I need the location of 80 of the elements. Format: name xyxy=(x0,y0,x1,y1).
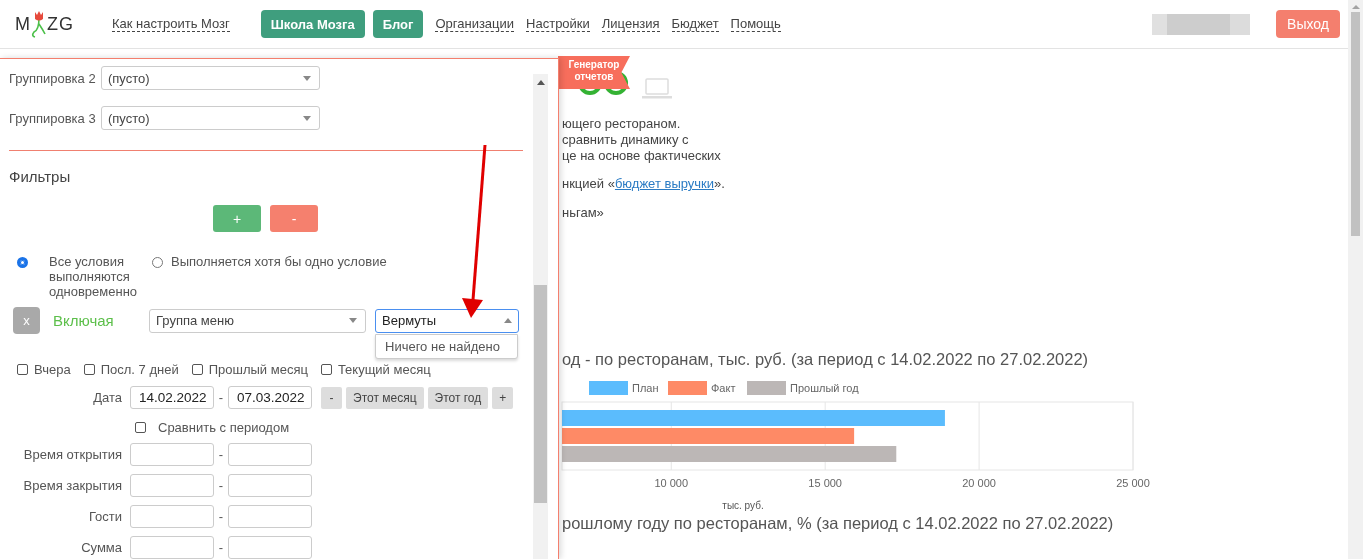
chart-title: рошлому году по ресторанам, % (за период с 14.02.2022 по 27.02.2022) xyxy=(562,513,1115,533)
period-button[interactable]: Этот год xyxy=(427,386,489,409)
checkbox[interactable] xyxy=(135,422,146,433)
logo-text[interactable]: M xyxy=(15,13,31,35)
checkbox[interactable] xyxy=(191,364,203,375)
checkbox-label: Посл. 7 дней xyxy=(100,362,179,377)
nav-link[interactable]: Бюджет xyxy=(671,16,719,32)
flower-logo-icon xyxy=(31,10,47,38)
caret-icon xyxy=(303,115,311,121)
axis-title: тыс. руб. xyxy=(722,500,764,511)
caret-icon xyxy=(504,318,512,323)
caret-icon xyxy=(303,75,311,81)
description-text: це на основе фактических xyxy=(562,148,722,164)
scrollbar[interactable] xyxy=(1348,0,1363,559)
section-title: Фильтры xyxy=(9,168,72,186)
scrollbar[interactable] xyxy=(533,74,548,559)
checkbox-label: Прошлый месяц xyxy=(208,362,308,377)
nav-link[interactable]: Настройки xyxy=(526,16,590,32)
grouping-select[interactable]: (пусто) xyxy=(101,106,320,130)
legend-label: План xyxy=(632,382,659,394)
legend-label: Прошлый год xyxy=(790,382,859,394)
period-button[interactable]: Этот месяц xyxy=(346,386,424,409)
condition-mode: Включая xyxy=(53,312,115,329)
input-field[interactable] xyxy=(228,443,312,466)
dash-text: - xyxy=(217,540,225,555)
search-field[interactable]: Вермуты xyxy=(375,308,519,333)
field-label: Время открытия xyxy=(22,447,122,462)
description-text: нкцией «бюджет выручки». xyxy=(562,176,726,192)
field-label: Время закрытия xyxy=(22,478,122,493)
axis-tick-label: 10 000 xyxy=(654,477,689,489)
description-text: сравнить динамику с xyxy=(562,132,690,148)
input-field[interactable] xyxy=(130,536,214,559)
period-button[interactable]: - xyxy=(321,386,342,409)
nav-link[interactable]: Организации xyxy=(435,16,515,32)
budget-link[interactable]: бюджет выручки xyxy=(614,176,715,191)
input-field[interactable] xyxy=(228,505,312,528)
dash-text: - xyxy=(217,447,225,462)
checkbox-label: Текущий месяц xyxy=(337,362,431,377)
date-field[interactable]: 14.02.2022 xyxy=(130,386,214,409)
period-button[interactable]: + xyxy=(492,386,514,409)
chart-title: од - по ресторанам, тыс. руб. (за период с 14.02.2022 по 27.02.2022) xyxy=(562,349,1090,369)
axis-tick-label: 20 000 xyxy=(962,477,996,489)
checkbox-label: Сравнить с периодом xyxy=(158,420,290,435)
checkbox[interactable] xyxy=(320,364,332,375)
axis-tick-label: 25 000 xyxy=(1116,477,1150,489)
dash-text: - xyxy=(217,509,225,524)
field-label: Гости xyxy=(87,509,122,524)
logo-text[interactable]: ZG xyxy=(47,13,74,35)
dash-text: - xyxy=(217,390,225,405)
radio-label: Выполняется хотя бы одно условие xyxy=(171,254,387,269)
description-text: ньгам» xyxy=(562,205,605,221)
legend-label: Факт xyxy=(711,382,736,394)
dropdown-message: Ничего не найдено xyxy=(375,334,518,359)
input-field[interactable] xyxy=(130,443,214,466)
field-select[interactable]: Группа меню xyxy=(149,308,366,333)
field-label: Сумма xyxy=(80,540,122,555)
input-field[interactable] xyxy=(130,505,214,528)
date-field[interactable]: 07.03.2022 xyxy=(228,386,312,409)
report-badge: Генератор отчетов xyxy=(558,56,630,89)
field-label: Дата xyxy=(92,390,122,405)
field-label: Группировка 2 xyxy=(9,70,97,86)
field-label: Группировка 3 xyxy=(9,110,97,126)
nav-link[interactable]: Лицензия xyxy=(601,16,660,32)
radio-button[interactable] xyxy=(152,257,163,268)
description-text: ющего рестораном. xyxy=(562,116,682,132)
input-field[interactable] xyxy=(228,474,312,497)
grouping-select[interactable]: (пусто) xyxy=(101,66,320,90)
input-field[interactable] xyxy=(228,536,312,559)
input-field[interactable] xyxy=(130,474,214,497)
radio-button[interactable] xyxy=(17,257,28,268)
caret-icon xyxy=(349,318,357,323)
nav-link[interactable]: Помощь xyxy=(730,16,781,32)
checkbox[interactable] xyxy=(83,364,95,375)
nav-link[interactable]: Как настроить Мозг xyxy=(112,16,230,32)
laptop-icon xyxy=(642,77,672,99)
radio-label: Все условия выполняются одновременно xyxy=(49,254,139,299)
axis-tick-label: 15 000 xyxy=(808,477,842,489)
dash-text: - xyxy=(217,478,225,493)
checkbox[interactable] xyxy=(17,364,28,375)
checkbox-label: Вчера xyxy=(34,362,71,377)
